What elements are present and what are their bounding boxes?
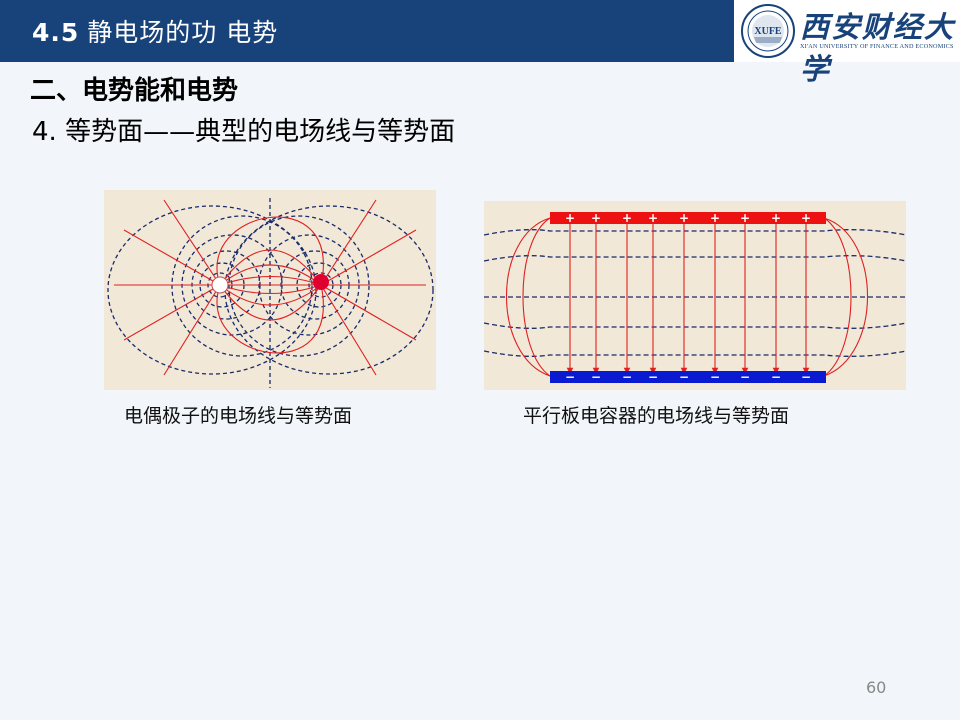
university-logo: XUFE 西安财经大学 XI'AN UNIVERSITY OF FINANCE … — [734, 0, 960, 86]
section-title-text: 静电场的功 电势 — [87, 18, 279, 47]
plus-sign: + — [771, 211, 781, 225]
capacitor-field-image: + + + + + + + + + − − − − − − − − − — [483, 201, 907, 390]
university-seal-icon: XUFE — [741, 4, 795, 58]
title-bar: 4.5 静电场的功 电势 XUFE 西安财经大学 XI'AN UNIVERSITY… — [0, 0, 960, 86]
negative-charge — [211, 276, 229, 294]
dipole-field-image — [104, 190, 436, 390]
dipole-caption: 电偶极子的电场线与等势面 — [124, 405, 353, 427]
plus-sign: + — [648, 211, 658, 225]
seal-text: XUFE — [754, 26, 782, 37]
plus-sign: + — [622, 211, 632, 225]
minus-sign: − — [565, 370, 575, 384]
minus-sign: − — [622, 370, 632, 384]
plus-sign: + — [801, 211, 811, 225]
plus-sign: + — [591, 211, 601, 225]
minus-sign: − — [710, 370, 720, 384]
minus-sign: − — [740, 370, 750, 384]
plus-sign: + — [710, 211, 720, 225]
university-name-en: XI'AN UNIVERSITY OF FINANCE AND ECONOMIC… — [800, 43, 954, 50]
plus-sign: + — [679, 211, 689, 225]
section-number: 4.5 — [32, 18, 80, 47]
capacitor-caption: 平行板电容器的电场线与等势面 — [523, 405, 790, 427]
page-number: 60 — [866, 678, 887, 697]
minus-sign: − — [679, 370, 689, 384]
minus-sign: − — [801, 370, 811, 384]
plus-sign: + — [740, 211, 750, 225]
positive-charge — [313, 274, 329, 290]
subheading: 4. 等势面——典型的电场线与等势面 — [32, 117, 456, 147]
capacitor-field-diagram: + + + + + + + + + − − − − − − − − − — [483, 211, 907, 384]
plus-sign: + — [565, 211, 575, 225]
heading: 二、电势能和电势 — [30, 76, 239, 106]
minus-sign: − — [648, 370, 658, 384]
minus-sign: − — [771, 370, 781, 384]
capacitor-equipotentials — [483, 229, 907, 357]
dipole-field-diagram — [107, 198, 434, 388]
section-title: 4.5 静电场的功 电势 — [32, 13, 278, 49]
minus-sign: − — [591, 370, 601, 384]
